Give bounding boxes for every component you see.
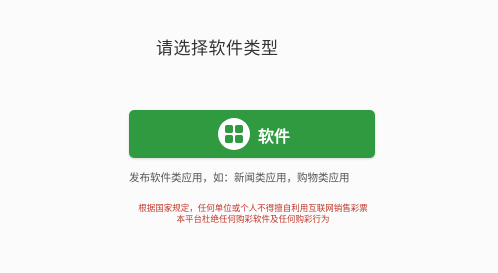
page-title: 请选择软件类型	[156, 39, 279, 59]
app-grid-icon	[218, 118, 250, 150]
software-button-label: 软件	[258, 127, 291, 146]
notice-line-2: 本平台杜绝任何购彩软件及任何购彩行为	[176, 215, 330, 225]
lottery-notice: 根据国家规定，任何单位或个人不得擅自利用互联网销售彩票 本平台杜绝任何购彩软件及…	[133, 204, 373, 226]
notice-line-1: 根据国家规定，任何单位或个人不得擅自利用互联网销售彩票	[138, 204, 368, 214]
software-type-button[interactable]: 软件	[129, 110, 375, 158]
software-type-description: 发布软件类应用，如：新闻类应用，购物类应用	[129, 172, 350, 184]
